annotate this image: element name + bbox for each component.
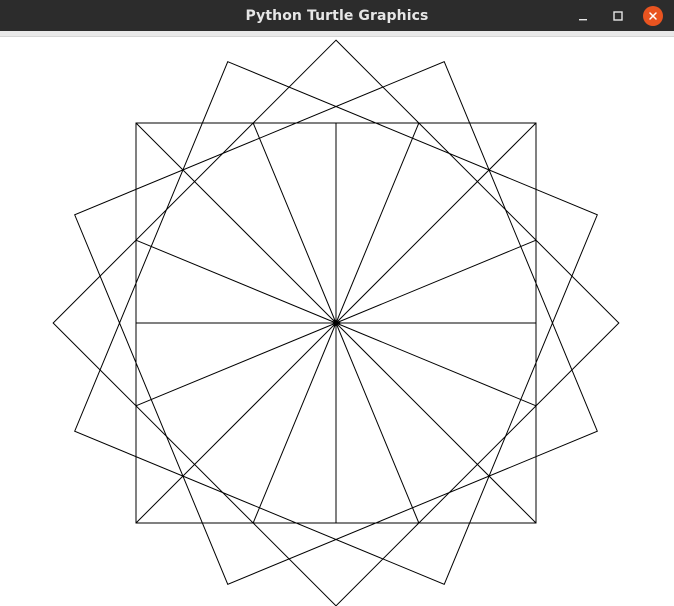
title-bar[interactable]: Python Turtle Graphics	[0, 0, 674, 31]
window-title: Python Turtle Graphics	[245, 7, 429, 24]
spoke-line	[335, 322, 537, 407]
close-button-circle	[643, 5, 663, 26]
minimize-button[interactable]	[572, 5, 594, 27]
spoke-line	[252, 122, 337, 324]
close-icon	[649, 11, 657, 20]
minimize-icon	[579, 18, 587, 20]
window-controls	[559, 5, 664, 26]
spoke-line	[335, 239, 537, 324]
spoke-line	[135, 122, 337, 324]
close-button[interactable]	[642, 5, 664, 27]
turtle-canvas[interactable]	[0, 37, 674, 606]
spoke-line	[252, 322, 337, 524]
spoke-line	[335, 122, 420, 324]
spoke-line	[135, 239, 337, 324]
spoke-line	[335, 122, 537, 324]
spoke-line	[335, 322, 420, 524]
spoke-line	[135, 322, 337, 407]
maximize-icon	[613, 10, 623, 21]
spoke-line	[335, 322, 537, 524]
turtle-drawing	[52, 39, 620, 606]
spoke-line	[135, 322, 337, 524]
maximize-button[interactable]	[607, 5, 629, 27]
turtle-window: Python Turtle Graphics	[0, 0, 674, 606]
